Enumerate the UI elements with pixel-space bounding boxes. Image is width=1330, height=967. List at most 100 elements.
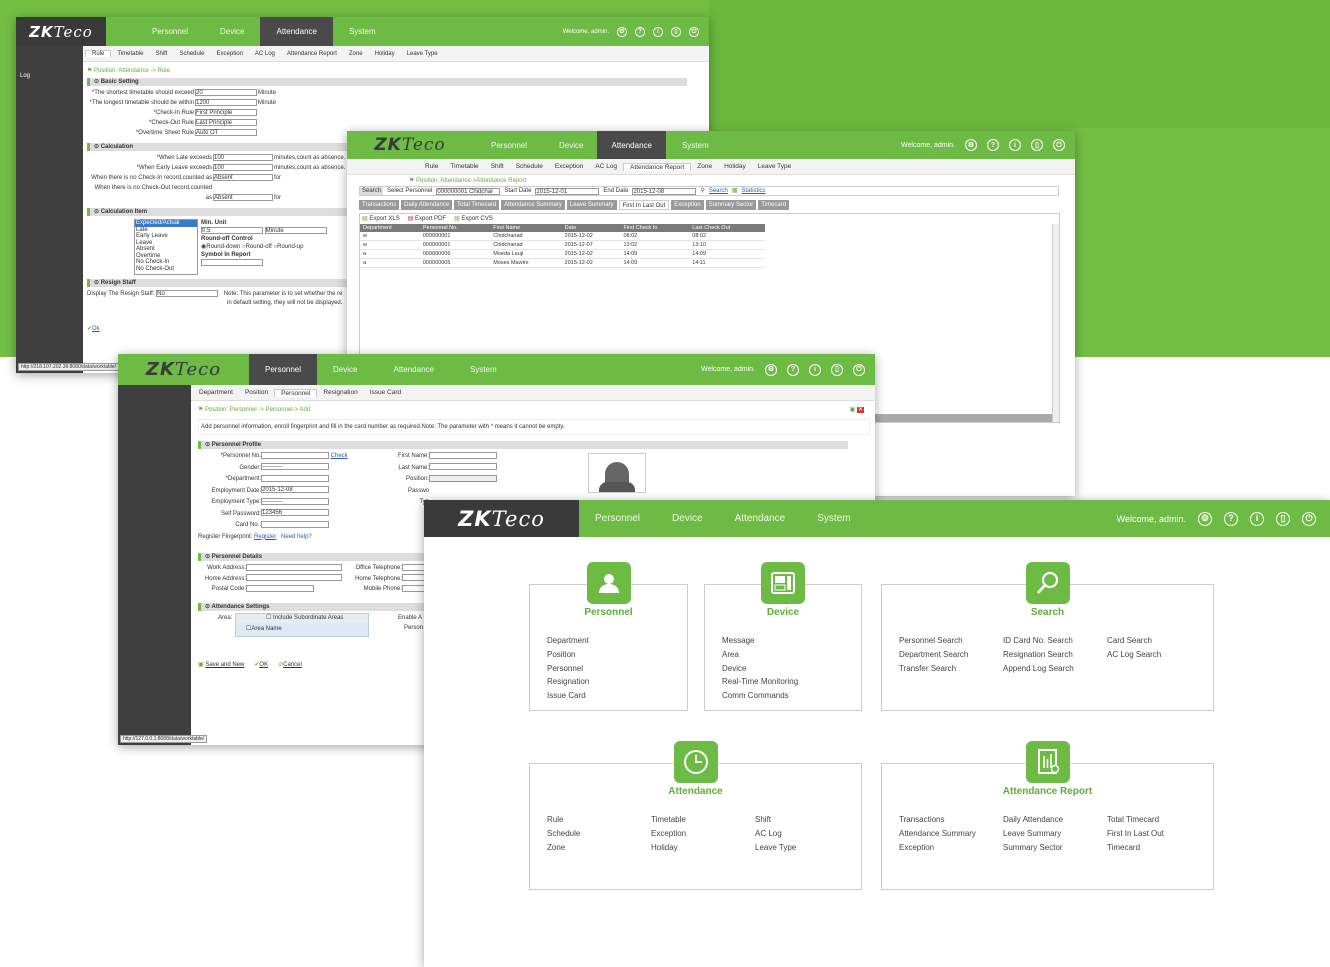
gear-icon[interactable]: ⚙ [765,363,777,376]
input-shortest[interactable]: 20 [195,88,257,96]
report-icon[interactable] [1025,741,1070,783]
select-personnel-field[interactable]: 000000001 Chidchar [436,187,501,195]
gear-icon[interactable]: ⚙ [965,139,977,151]
tile-link-resignation[interactable]: Resignation [547,677,589,686]
tile-link-device[interactable]: Device [722,664,746,673]
tile-link-attendance-summary[interactable]: Attendance Summary [899,829,976,838]
need-help-link[interactable]: Need help? [281,534,312,540]
nav-system[interactable]: System [333,17,392,46]
subtab-ac-log[interactable]: AC Log [589,163,623,170]
subtab-shift[interactable]: Shift [485,163,510,170]
tile-link-append-log-search[interactable]: Append Log Search [1003,664,1074,673]
info-icon[interactable]: i [1009,139,1021,151]
tile-link-timecard[interactable]: Timecard [1107,843,1140,852]
area-name-row[interactable]: ☐Area Name [236,623,368,636]
select-gender[interactable]: ---------- [261,463,329,471]
column-header[interactable]: Personnel No. [419,224,491,232]
select-overtime-rule[interactable]: Auto OT [195,128,257,136]
report-tab-daily-attendance[interactable]: Daily Attendance [401,200,453,210]
report-tab-transactions[interactable]: Transactions [359,200,400,210]
tile-link-transactions[interactable]: Transactions [899,815,945,824]
info-icon[interactable]: i [653,26,663,37]
subtab-position[interactable]: Position [239,389,274,396]
tile-link-first-in-last-out[interactable]: First In Last Out [1107,829,1164,838]
close-icon[interactable]: ✕ [856,407,864,413]
subtab-ac-log[interactable]: AC Log [249,51,281,57]
select-employment-type[interactable]: ---------- [261,497,329,505]
tile-link-comm-commands[interactable]: Comm Commands [722,691,789,700]
subtab-timetable[interactable]: Timetable [444,163,484,170]
tile-link-issue-card[interactable]: Issue Card [547,691,586,700]
help-icon[interactable]: ? [635,26,645,37]
help-icon[interactable]: ? [1224,511,1238,526]
check-link[interactable]: Check [331,453,348,459]
search-icon[interactable]: ⚲ [700,187,704,195]
info-icon[interactable]: i [1250,511,1264,526]
input-longest[interactable]: 1200 [195,98,257,106]
radio-round-down[interactable]: ◉Round-down [201,244,240,250]
tile-link-rule[interactable]: Rule [547,815,563,824]
subtab-exception[interactable]: Exception [549,163,590,170]
report-tab-summary-sector[interactable]: Summary Sector [705,200,757,210]
device-icon[interactable]: ▯ [831,363,843,376]
start-date-field[interactable]: 2015-12-01 [535,187,600,195]
info-icon[interactable]: i [809,363,821,376]
tile-link-transfer-search[interactable]: Transfer Search [899,664,956,673]
subtab-department[interactable]: Department [193,389,239,396]
report-tab-total-timecard[interactable]: Total Timecard [454,200,500,210]
power-icon[interactable]: ⏻ [1053,139,1065,151]
nav-system-3[interactable]: System [454,354,513,385]
input-personnel-no[interactable] [261,451,329,459]
input-postal-code[interactable] [246,584,314,592]
select-checkin-rule[interactable]: First Principle [195,108,257,116]
subtab-holiday[interactable]: Holiday [718,163,752,170]
subtab-attendance-report[interactable]: Attendance Report [623,162,692,171]
calculation-item-option[interactable]: No Check-Out [135,266,197,273]
report-tab-attendance-summary[interactable]: Attendance Summary [501,200,565,210]
device-icon[interactable]: ▯ [671,26,681,37]
export-xls-button[interactable]: ▤ Export XLS [362,214,400,224]
tile-link-summary-sector[interactable]: Summary Sector [1003,843,1063,852]
select-no-checkin[interactable]: Absent [213,173,273,181]
subtab-holiday[interactable]: Holiday [369,51,401,57]
tile-link-personnel[interactable]: Personnel [547,664,583,673]
subtab-leave-type[interactable]: Leave Type [752,163,798,170]
column-header[interactable]: Department [360,224,420,232]
tile-link-timetable[interactable]: Timetable [651,815,686,824]
report-tab-exception[interactable]: Exception [671,200,704,210]
tile-link-message[interactable]: Message [722,636,754,645]
tile-link-ac-log-search[interactable]: AC Log Search [1107,650,1161,659]
tile-link-personnel-search[interactable]: Personnel Search [899,636,963,645]
input-first-name[interactable] [429,451,497,459]
tile-link-id-card-no-search[interactable]: ID Card No. Search [1003,636,1073,645]
tile-link-daily-attendance[interactable]: Daily Attendance [1003,815,1063,824]
subtab-attendance-report[interactable]: Attendance Report [281,51,343,57]
tile-link-total-timecard[interactable]: Total Timecard [1107,815,1159,824]
tile-link-exception[interactable]: Exception [899,843,934,852]
tile-link-exception[interactable]: Exception [651,829,686,838]
column-header[interactable]: Date [561,224,621,232]
tile-link-schedule[interactable]: Schedule [547,829,580,838]
device-icon[interactable]: ▯ [1031,139,1043,151]
subtab-exception[interactable]: Exception [211,51,249,57]
tile-link-department[interactable]: Department [547,636,589,645]
select-position[interactable] [429,474,497,482]
tile-link-card-search[interactable]: Card Search [1107,636,1152,645]
nav-attendance-3[interactable]: Attendance [373,354,453,385]
subtab-issue-card[interactable]: Issue Card [364,389,407,396]
subtab-rule[interactable]: Rule [419,163,444,170]
input-self-password[interactable]: 123456 [261,509,329,517]
calculation-item-list[interactable]: Expected/Actual Late Early Leave Leave Absen… [134,219,198,275]
input-last-name[interactable] [429,463,497,471]
search-icon[interactable] [1025,562,1070,604]
subtab-schedule[interactable]: Schedule [173,51,210,57]
subtab-personnel[interactable]: Personnel [274,388,318,397]
nav-attendance-2[interactable]: Attendance [597,131,666,159]
subtab-leave-type[interactable]: Leave Type [401,51,444,57]
radio-round-up[interactable]: ○Round-up [274,244,304,250]
input-home-address[interactable] [246,574,342,582]
select-min-unit[interactable]: Minute [264,227,327,234]
device-icon[interactable]: ▯ [1276,511,1290,526]
report-tab-timecard[interactable]: Timecard [758,200,790,210]
input-late[interactable]: 100 [213,153,273,161]
